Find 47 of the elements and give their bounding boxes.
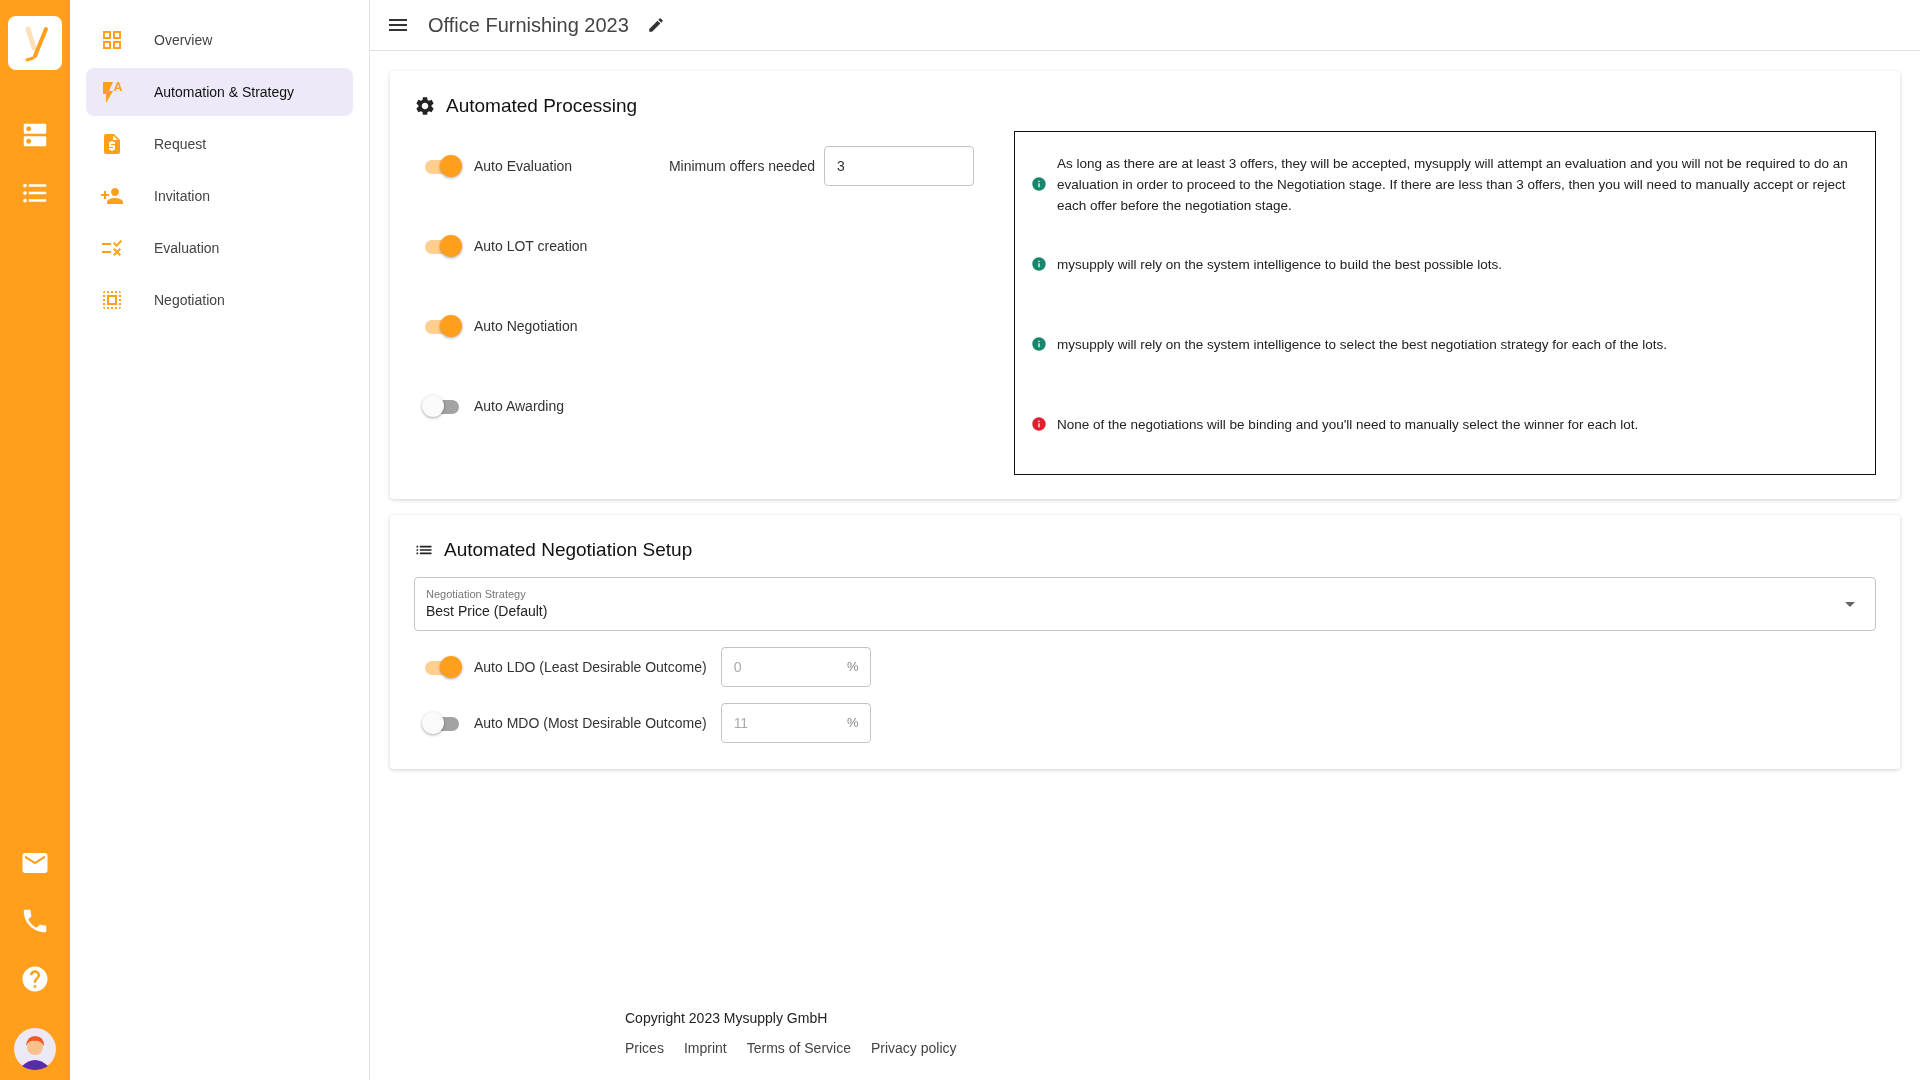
- sidebar-item-label: Invitation: [154, 188, 211, 204]
- avatar-icon[interactable]: [14, 1028, 56, 1070]
- sidebar-item-label: Negotiation: [154, 292, 225, 308]
- logo-icon[interactable]: [8, 16, 62, 70]
- note-text: As long as there are at least 3 offers, they will be accepted, mysupply will attempt an evaluation and you will not be required to do an evaluation in order to proceed to the Negotiation stage. If there are less than 3 offers, then you will need to manually accept or reject each offer before the negotiation stage.: [1057, 154, 1849, 215]
- footer-link[interactable]: Prices: [625, 1040, 664, 1056]
- toggle-label: Auto Negotiation: [474, 318, 578, 334]
- sidebar-item-label: Automation & Strategy: [154, 84, 295, 100]
- warning-icon: [1031, 416, 1047, 432]
- sidebar-item[interactable]: Overview: [86, 16, 353, 64]
- caret-icon: [1845, 602, 1855, 607]
- unit-label: %: [847, 715, 859, 731]
- card-title: Automated Negotiation Setup: [444, 539, 693, 561]
- sidebar-item[interactable]: Evaluation: [86, 224, 353, 272]
- page-title: Office Furnishing 2023: [428, 13, 629, 37]
- note-text: mysupply will rely on the system intelligence to build the best possible lots.: [1057, 255, 1502, 274]
- sidebar-item-label: Request: [154, 136, 207, 152]
- input-field[interactable]: 3: [824, 146, 974, 186]
- strategy-select[interactable]: Negotiation Strategy Best Price (Default): [414, 577, 1876, 631]
- note-text: mysupply will rely on the system intelligence to select the best negotiation strategy for each of the lots.: [1057, 335, 1668, 354]
- settings-icon: [414, 95, 436, 117]
- flash-icon: [100, 80, 124, 104]
- info-icon: [1031, 256, 1047, 272]
- toggle-label: Auto MDO (Most Desirable Outcome): [474, 715, 707, 731]
- sidebar-item-label: Overview: [154, 32, 213, 48]
- footer-link[interactable]: Privacy policy: [870, 1040, 957, 1056]
- info-icon: [1031, 176, 1047, 192]
- sidebar-item-label: Evaluation: [154, 240, 220, 256]
- toggle-label: Auto Awarding: [474, 398, 565, 414]
- sidebar-item[interactable]: Automation & Strategy: [86, 68, 353, 116]
- edit-button[interactable]: [646, 16, 665, 34]
- help-icon[interactable]: [20, 964, 50, 994]
- sidebar-item[interactable]: Request: [86, 120, 353, 168]
- unit-label: %: [847, 659, 859, 675]
- card-title: Automated Processing: [446, 95, 638, 117]
- toggle-label: Auto Evaluation: [474, 158, 573, 174]
- sidebar-item[interactable]: Negotiation: [86, 276, 353, 324]
- copyright-text: Copyright 2023 Mysupply GmbH: [625, 1010, 829, 1026]
- footer-link[interactable]: Terms of Service: [746, 1040, 851, 1056]
- info-icon: [1031, 336, 1047, 352]
- grid-icon: [100, 28, 124, 52]
- footer-link[interactable]: Imprint: [683, 1040, 727, 1056]
- toggle-label: Auto LDO (Least Desirable Outcome): [474, 659, 707, 675]
- field-label: Minimum offers needed: [668, 158, 815, 174]
- sidebar-item[interactable]: Invitation: [86, 172, 353, 220]
- note-text: None of the negotiations will be binding and you'll need to manually select the winner for each lot.: [1057, 415, 1639, 434]
- toggle-label: Auto LOT creation: [474, 238, 588, 254]
